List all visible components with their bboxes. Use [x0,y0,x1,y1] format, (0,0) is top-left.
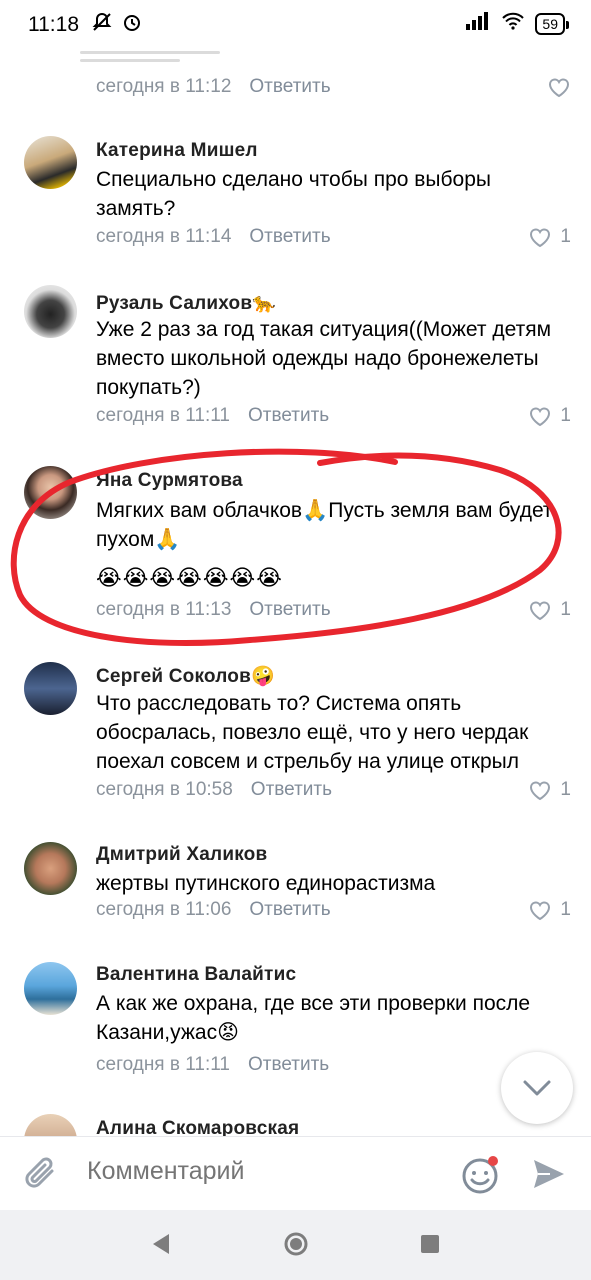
like-button[interactable]: 1 [528,599,571,621]
home-icon[interactable] [283,1231,309,1262]
comment-text: Что расследовать то? Система опять обоср… [96,692,529,773]
avatar[interactable] [24,285,77,338]
like-button[interactable]: 1 [528,779,571,801]
like-count: 1 [560,405,571,426]
comment-time: сегодня в 11:11 [96,1054,230,1075]
reply-button[interactable]: Ответить [249,226,330,248]
reply-button[interactable]: Ответить [249,899,330,921]
comment-author[interactable]: Сергей Соколов🤪 [96,664,275,688]
comment-meta: сегодня в 11:13 Ответить 1 [96,599,571,621]
comment-author[interactable]: Алина Скомаровская [96,1118,299,1136]
comment-meta: сегодня в 11:11 Ответить 1 [96,405,571,427]
like-count: 1 [560,599,571,620]
like-count: 1 [560,779,571,800]
comment-text: жертвы путинского единорастизма [96,872,436,895]
reply-button[interactable]: Ответить [248,405,329,427]
comment-meta: сегодня в 11:14 Ответить 1 [96,226,571,248]
heart-icon [530,901,551,921]
status-bar: 11:18 59 [0,0,591,50]
comment-author[interactable]: Рузаль Салихов🐆 [96,291,276,315]
comments-feed[interactable]: сегодня в 11:12 Ответить Катерина Мишел … [0,50,591,1136]
heart-icon [530,228,551,248]
comment-time: сегодня в 11:13 [96,599,232,620]
avatar[interactable] [24,662,77,715]
comment-author[interactable]: Катерина Мишел [96,140,258,162]
comment-time: сегодня в 11:06 [96,899,232,920]
signal-icon [465,12,491,36]
comment-text: Мягких вам облачков🙏Пусть земля вам буде… [96,499,553,551]
comment-meta: сегодня в 10:58 Ответить 1 [96,779,571,801]
like-button[interactable] [547,76,571,98]
back-icon[interactable] [150,1232,172,1261]
like-button[interactable]: 1 [528,226,571,248]
alarm-icon [121,11,143,39]
heart-icon [530,781,551,801]
like-button[interactable]: 1 [528,899,571,921]
comment-meta: сегодня в 11:06 Ответить 1 [96,899,571,921]
reply-button[interactable]: Ответить [248,1054,329,1076]
chevron-down-icon [523,1080,551,1096]
sticker-icon[interactable] [460,1155,500,1200]
comment-time: сегодня в 10:58 [96,779,233,800]
comment-text: А как же охрана, где все эти проверки по… [96,992,531,1044]
reply-button[interactable]: Ответить [249,599,330,621]
paperclip-icon[interactable] [24,1155,60,1198]
muted-bell-icon [91,11,113,39]
recents-icon[interactable] [420,1234,440,1259]
heart-icon [530,601,551,621]
comment-author[interactable]: Яна Сурмятова [96,470,243,492]
comment-composer [0,1136,591,1210]
reply-button[interactable]: Ответить [251,779,332,801]
system-navigation-bar [0,1210,591,1280]
heart-icon [549,78,569,98]
avatar[interactable] [24,842,77,895]
comment-meta: сегодня в 11:11 Ответить [96,1054,571,1076]
comment-author[interactable]: Дмитрий Халиков [96,844,267,866]
comment-text: Специально сделано чтобы про выборы замя… [96,168,491,220]
avatar[interactable] [24,136,77,189]
comment-meta: сегодня в 11:12 Ответить [96,76,571,98]
comment-time: сегодня в 11:14 [96,226,232,247]
comment-time: сегодня в 11:11 [96,405,230,426]
battery-indicator: 59 [535,13,569,35]
comment-emoji-line: 😭😭😭😭😭😭😭 [96,565,283,590]
avatar[interactable] [24,962,77,1015]
comment-time: сегодня в 11:12 [96,76,232,97]
scroll-down-button[interactable] [501,1052,573,1124]
avatar[interactable] [24,1114,77,1136]
status-time: 11:18 [28,13,79,36]
comment-input[interactable] [87,1157,427,1186]
like-count: 1 [560,226,571,247]
comment-author[interactable]: Валентина Валайтис [96,964,296,986]
like-count: 1 [560,899,571,920]
cut-off-attachment [80,50,280,68]
send-icon[interactable] [530,1155,568,1198]
reply-button[interactable]: Ответить [249,76,330,98]
wifi-icon [501,12,525,36]
heart-icon [530,407,551,427]
avatar[interactable] [24,466,77,519]
comment-text: Уже 2 раз за год такая ситуация((Может д… [96,318,552,399]
like-button[interactable]: 1 [528,405,571,427]
